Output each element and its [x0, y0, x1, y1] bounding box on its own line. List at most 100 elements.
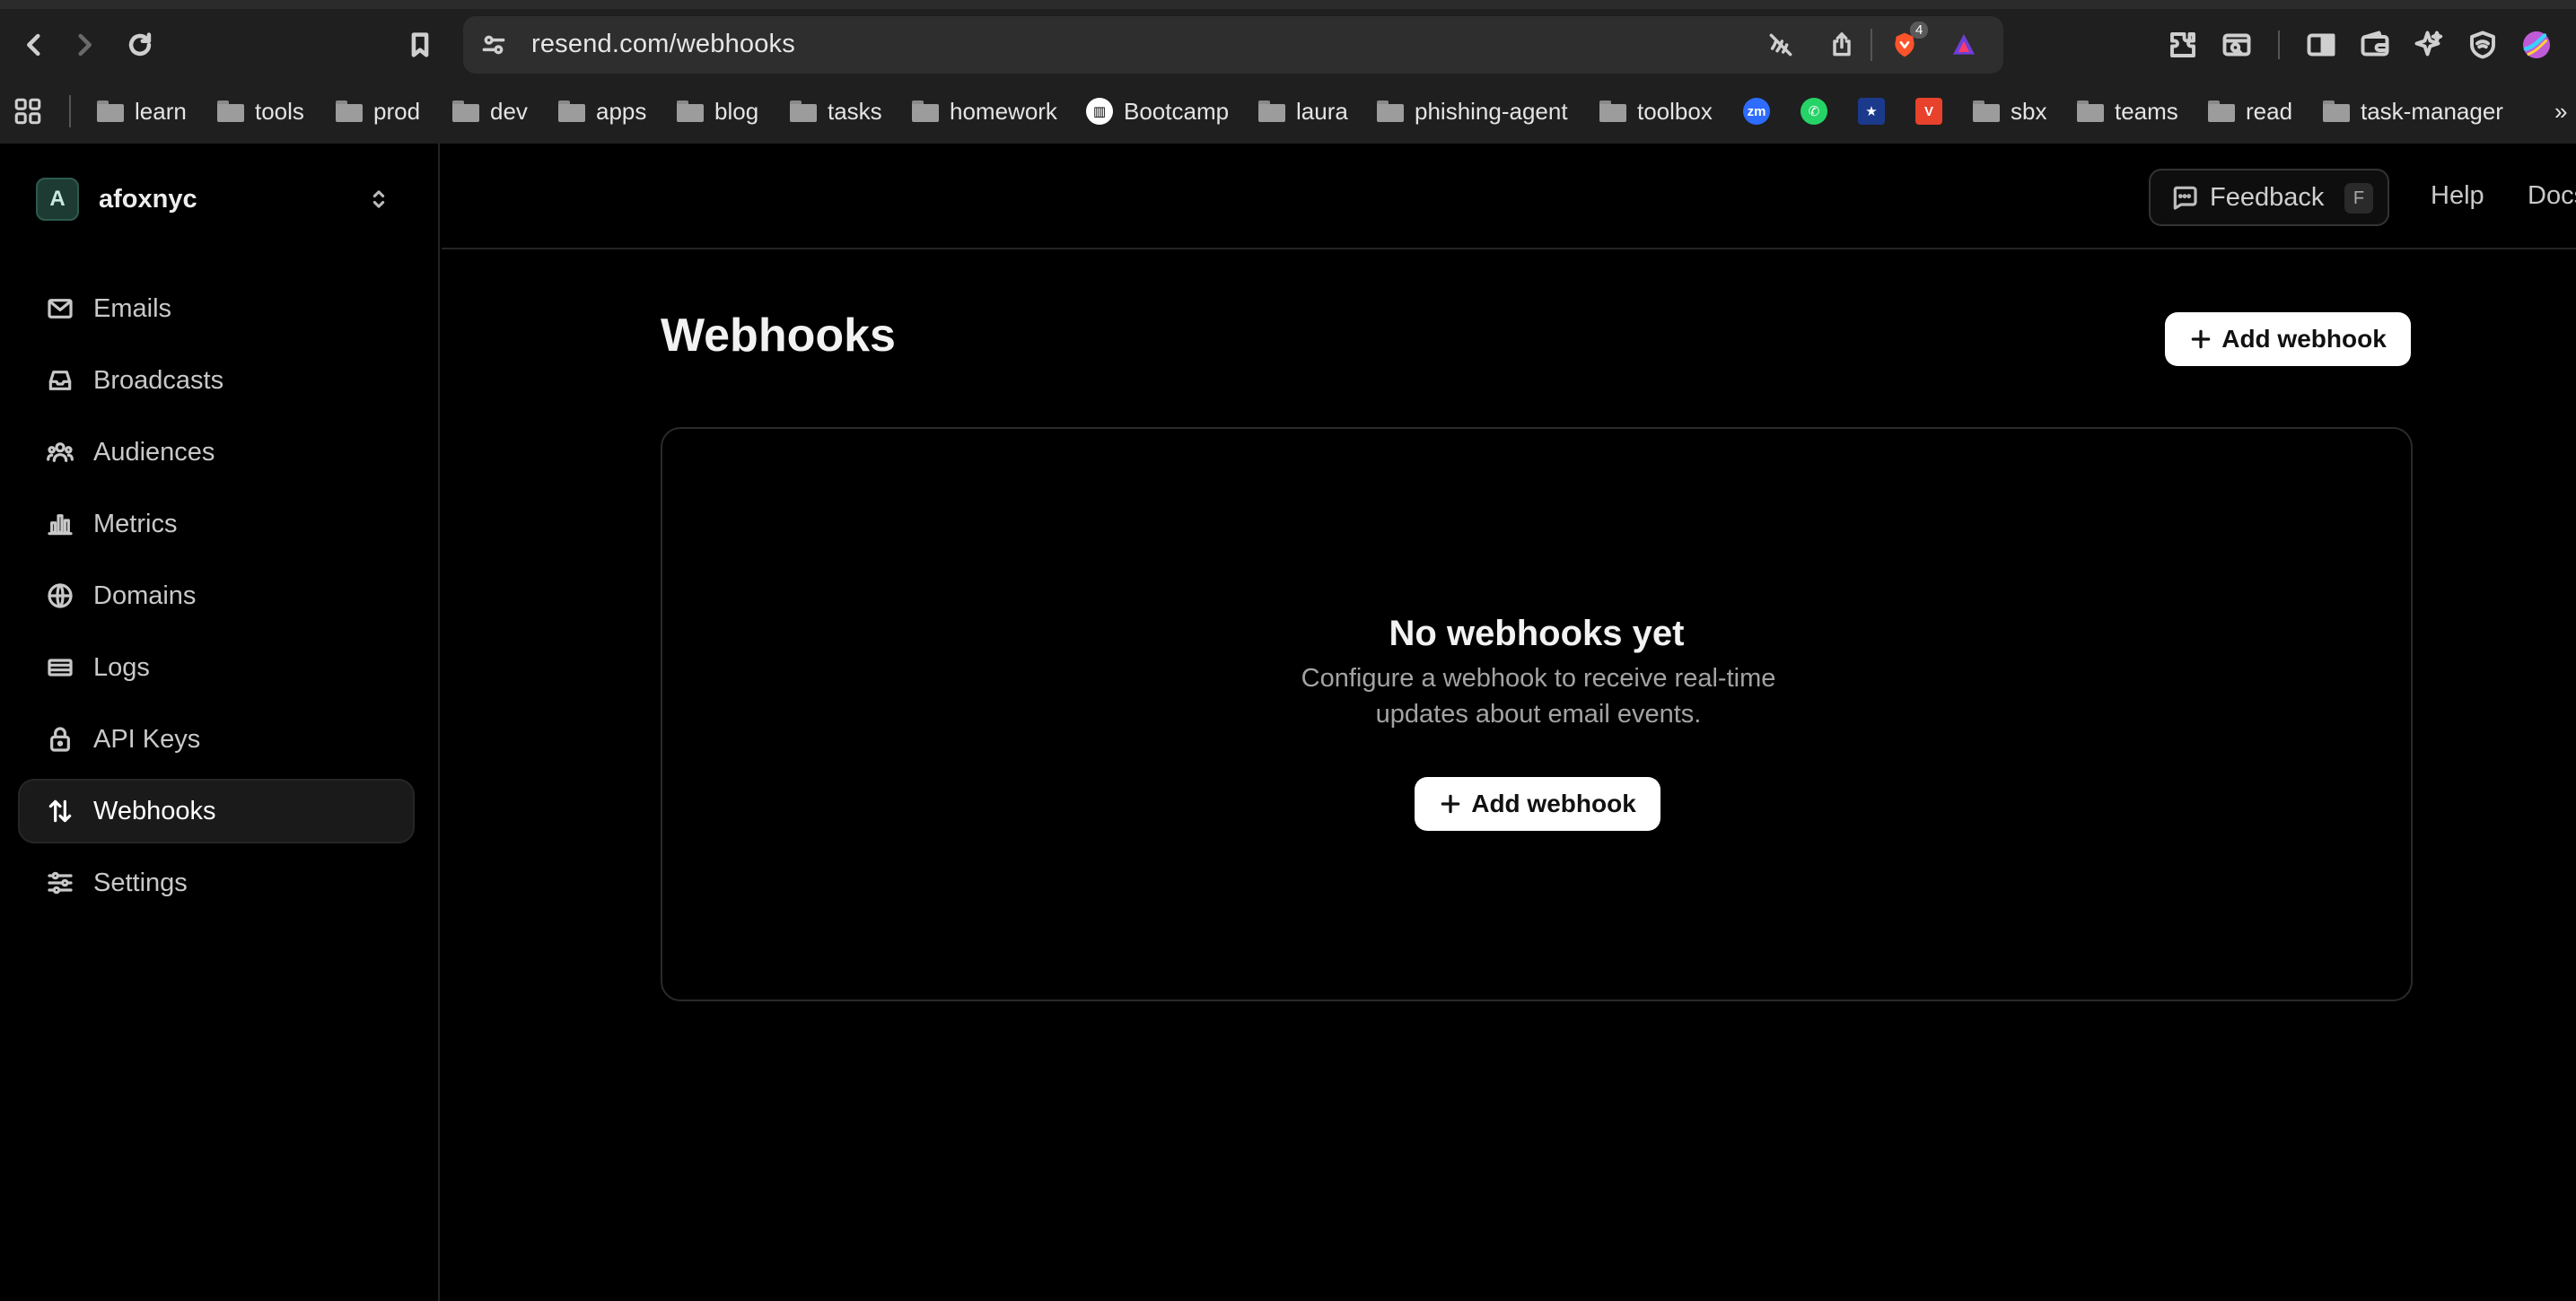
help-link[interactable]: Help — [2431, 181, 2484, 211]
browser-chrome: resend.com/webhooks 4 learn tools prod d… — [0, 0, 2576, 144]
bookmark-tasks[interactable]: tasks — [790, 93, 882, 129]
docs-link[interactable]: Docs — [2528, 181, 2576, 211]
wallet-icon[interactable] — [2355, 25, 2395, 65]
share-icon[interactable] — [1826, 29, 1858, 61]
bookmark-label: read — [2246, 97, 2293, 125]
leo-ai-icon[interactable] — [2409, 25, 2449, 65]
tab-strip — [0, 0, 2576, 9]
sidebar-item-label: Metrics — [93, 509, 178, 538]
bookmark-label: toolbox — [1637, 97, 1713, 125]
globe-icon — [45, 581, 75, 611]
sidebar-item-label: Broadcasts — [93, 365, 224, 395]
bookmark-apps[interactable]: apps — [558, 93, 646, 129]
bookmark-label: laura — [1296, 97, 1348, 125]
empty-state-card: No webhooks yet Configure a webhook to r… — [661, 427, 2413, 1001]
sidebar-nav: Emails Broadcasts Audiences Metrics Doma… — [18, 276, 415, 922]
bookmark-task-manager[interactable]: task-manager — [2323, 93, 2503, 129]
reader-off-icon[interactable] — [1765, 29, 1797, 61]
address-bar[interactable]: resend.com/webhooks 4 — [463, 16, 2003, 74]
bookmark-dev[interactable]: dev — [452, 93, 528, 129]
lock-icon — [45, 724, 75, 755]
bookmark-bootcamp[interactable]: ▥ Bootcamp — [1086, 93, 1229, 129]
whatsapp-favicon-icon: ✆ — [1801, 98, 1827, 125]
page-title: Webhooks — [661, 310, 896, 362]
sidebar-item-audiences[interactable]: Audiences — [18, 420, 415, 485]
sidebar-item-webhooks[interactable]: Webhooks — [18, 779, 415, 843]
bookmark-icon — [411, 32, 429, 57]
add-webhook-button[interactable]: Add webhook — [2165, 312, 2411, 366]
sidebar-item-metrics[interactable]: Metrics — [18, 492, 415, 556]
tab-search-icon[interactable] — [2217, 25, 2256, 65]
forward-button[interactable] — [65, 25, 104, 65]
bookmark-prod[interactable]: prod — [336, 93, 420, 129]
site-settings-icon[interactable] — [478, 29, 510, 61]
feedback-button[interactable]: Feedback F — [2149, 169, 2389, 226]
sidebar-toggle-icon[interactable] — [2301, 25, 2341, 65]
apps-grid-button[interactable] — [13, 93, 43, 129]
folder-icon — [1377, 100, 1404, 122]
plus-icon — [1441, 794, 1460, 814]
bookmark-laura[interactable]: laura — [1258, 93, 1348, 129]
bookmark-label: Bootcamp — [1124, 97, 1230, 125]
bookmark-label: tasks — [828, 97, 882, 125]
sidebar-item-api-keys[interactable]: API Keys — [18, 707, 415, 772]
bar-chart-icon — [45, 509, 75, 539]
sidebar-item-label: Webhooks — [93, 796, 216, 825]
bookmark-label: prod — [373, 97, 421, 125]
vpn-shield-icon[interactable] — [2463, 25, 2502, 65]
sidebar-item-domains[interactable]: Domains — [18, 563, 415, 628]
empty-state-title: No webhooks yet — [1389, 614, 1685, 653]
folder-icon — [2077, 100, 2104, 122]
sidebar-item-emails[interactable]: Emails — [18, 276, 415, 341]
sidebar-item-logs[interactable]: Logs — [18, 635, 415, 700]
add-webhook-label: Add webhook — [2221, 325, 2387, 353]
brave-rewards-icon[interactable] — [1948, 29, 1980, 61]
team-switcher[interactable]: A afoxnyc — [36, 178, 404, 221]
folder-icon — [677, 100, 704, 122]
sliders-icon — [45, 868, 75, 898]
bookmark-read[interactable]: read — [2208, 93, 2292, 129]
bookmark-label: sbx — [2011, 97, 2047, 125]
users-icon — [45, 437, 75, 467]
back-button[interactable] — [14, 25, 54, 65]
folder-icon — [2323, 100, 2350, 122]
bookmark-whatsapp[interactable]: ✆ — [1801, 93, 1827, 129]
bookmark-zoom[interactable]: zm — [1743, 93, 1770, 129]
bookmark-label: dev — [490, 97, 528, 125]
empty-state-description: Configure a webhook to receive real-time… — [1301, 664, 1776, 729]
plus-icon — [2191, 329, 2211, 349]
bookmark-sbx[interactable]: sbx — [1973, 93, 2046, 129]
bookmarks-divider — [69, 95, 71, 127]
chevron-left-icon — [27, 33, 40, 57]
bookmarks-overflow-button[interactable]: » — [2554, 93, 2567, 129]
sidebar-item-broadcasts[interactable]: Broadcasts — [18, 348, 415, 413]
bookmark-phishing-agent[interactable]: phishing-agent — [1377, 93, 1568, 129]
reload-button[interactable] — [120, 25, 160, 65]
message-bubble-icon — [2173, 186, 2197, 210]
sidebar-item-label: API Keys — [93, 724, 201, 754]
sidebar-item-label: Logs — [93, 652, 150, 682]
bookmark-label: teams — [2115, 97, 2178, 125]
bookmark-v[interactable]: V — [1915, 93, 1942, 129]
grid-icon — [14, 98, 41, 125]
bookmark-button[interactable] — [400, 25, 440, 65]
url-text[interactable]: resend.com/webhooks — [531, 30, 795, 59]
bookmark-learn[interactable]: learn — [97, 93, 187, 129]
extensions-icon[interactable] — [2163, 25, 2203, 65]
bookmark-toolbox[interactable]: toolbox — [1599, 93, 1713, 129]
folder-icon — [336, 100, 363, 122]
folder-icon — [452, 100, 479, 122]
add-webhook-label: Add webhook — [1471, 790, 1636, 817]
bookmark-homework[interactable]: homework — [912, 93, 1057, 129]
sidebar-item-settings[interactable]: Settings — [18, 851, 415, 915]
bookmark-blog[interactable]: blog — [677, 93, 758, 129]
profile-avatar-icon[interactable] — [2517, 25, 2556, 65]
empty-state-add-webhook-button[interactable]: Add webhook — [1415, 777, 1660, 831]
bookmark-label: blog — [714, 97, 759, 125]
app-root: A afoxnyc Emails Broadcasts Audiences Me… — [0, 144, 2576, 1301]
folder-icon — [217, 100, 244, 122]
bookmark-nfl[interactable]: ★ — [1858, 93, 1885, 129]
bookmark-teams[interactable]: teams — [2077, 93, 2178, 129]
zoom-favicon-icon: zm — [1743, 98, 1770, 125]
bookmark-tools[interactable]: tools — [217, 93, 304, 129]
